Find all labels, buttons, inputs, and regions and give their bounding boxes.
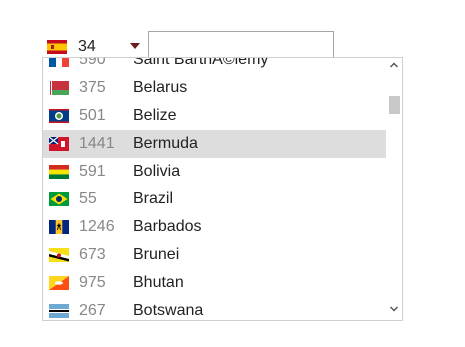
dial-code: 501 — [79, 106, 106, 124]
belize-flag-icon — [49, 108, 69, 123]
barbados-flag-icon — [49, 220, 69, 235]
dropdown-scrollbar[interactable] — [386, 58, 402, 320]
country-option-highlighted[interactable]: 1441 Bermuda — [43, 129, 386, 158]
country-option[interactable]: 975 Bhutan — [43, 269, 388, 297]
scrollbar-thumb[interactable] — [389, 96, 400, 114]
chevron-down-icon[interactable] — [386, 304, 402, 318]
country-option[interactable]: 501 Belize — [43, 102, 388, 130]
selected-dial-code: 34 — [78, 38, 96, 55]
botswana-flag-icon — [49, 303, 69, 318]
country-name: Bhutan — [133, 274, 184, 292]
country-dropdown-list: 590 Saint BarthA©lemy 375 Belarus 501 Be… — [42, 57, 403, 321]
country-selector[interactable]: 34 — [47, 36, 96, 58]
bermuda-flag-icon — [49, 136, 69, 151]
country-name: Belize — [133, 106, 177, 124]
chevron-up-icon[interactable] — [386, 60, 402, 74]
country-option[interactable]: 1246 Barbados — [43, 213, 388, 241]
belarus-flag-icon — [49, 80, 69, 95]
country-option[interactable]: 55 Brazil — [43, 185, 388, 213]
country-option[interactable]: 590 Saint BarthA©lemy — [43, 57, 388, 74]
country-name: Bermuda — [133, 134, 198, 152]
bhutan-flag-icon — [49, 276, 69, 291]
bolivia-flag-icon — [49, 164, 69, 179]
country-list: 590 Saint BarthA©lemy 375 Belarus 501 Be… — [43, 57, 388, 320]
country-option[interactable]: 673 Brunei — [43, 241, 388, 269]
dial-code: 375 — [79, 78, 106, 96]
country-name: Brazil — [133, 190, 174, 208]
caret-down-icon[interactable] — [130, 43, 140, 49]
dial-code: 673 — [79, 246, 106, 264]
saint-barthelemy-flag-icon — [49, 58, 69, 67]
country-name: Belarus — [133, 78, 188, 96]
spain-flag-icon — [47, 40, 67, 54]
brunei-flag-icon — [49, 248, 69, 263]
dial-code: 267 — [79, 301, 106, 319]
dial-code: 1441 — [79, 134, 115, 152]
country-name: Bolivia — [133, 162, 181, 180]
country-option[interactable]: 375 Belarus — [43, 74, 388, 102]
dial-code: 590 — [79, 57, 106, 68]
brazil-flag-icon — [49, 192, 69, 207]
country-name: Brunei — [133, 246, 180, 264]
dial-code: 1246 — [79, 218, 115, 236]
country-name: Botswana — [133, 301, 204, 319]
phone-country-picker: 34 590 Saint BarthA©lemy 375 Belarus 501… — [0, 0, 465, 347]
phone-number-input[interactable] — [148, 31, 334, 58]
dial-code: 975 — [79, 274, 106, 292]
dial-code: 55 — [79, 190, 97, 208]
country-option[interactable]: 591 Bolivia — [43, 158, 388, 186]
country-name: Barbados — [133, 218, 202, 236]
country-name: Saint BarthA©lemy — [133, 57, 269, 68]
dial-code: 591 — [79, 162, 106, 180]
country-option[interactable]: 267 Botswana — [43, 297, 388, 320]
